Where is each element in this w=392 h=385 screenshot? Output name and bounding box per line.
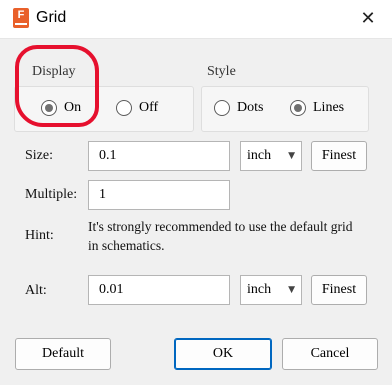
style-dots-label: Dots: [237, 100, 264, 115]
alt-unit-select[interactable]: inch ▼: [240, 275, 302, 305]
style-lines-radio[interactable]: Lines: [290, 100, 344, 116]
alt-finest-button[interactable]: Finest: [311, 275, 367, 305]
display-on-label: On: [64, 100, 82, 115]
display-off-label: Off: [139, 100, 159, 115]
app-icon: F: [13, 8, 29, 28]
display-off-radio[interactable]: Off: [116, 100, 158, 116]
multiple-input[interactable]: 1: [88, 180, 230, 210]
multiple-label: Multiple:: [25, 187, 78, 202]
size-unit-value: inch: [247, 148, 272, 163]
radio-checked-icon: [41, 100, 57, 116]
close-icon[interactable]: ✕: [351, 4, 385, 34]
alt-input[interactable]: 0.01: [88, 275, 230, 305]
radio-unchecked-icon: [116, 100, 132, 116]
hint-label: Hint:: [25, 228, 54, 243]
size-finest-button[interactable]: Finest: [311, 141, 367, 171]
chevron-down-icon: ▼: [288, 151, 295, 161]
hint-text-line1: It's strongly recommended to use the def…: [88, 219, 353, 234]
alt-unit-value: inch: [247, 282, 272, 297]
alt-label: Alt:: [25, 283, 47, 298]
display-on-radio[interactable]: On: [41, 100, 81, 116]
window-title: Grid: [36, 9, 67, 26]
chevron-down-icon: ▼: [288, 285, 295, 295]
size-unit-select[interactable]: inch ▼: [240, 141, 302, 171]
title-bar: F Grid ✕: [0, 0, 392, 39]
hint-text-line2: in schematics.: [88, 238, 165, 253]
default-button[interactable]: Default: [15, 338, 111, 370]
ok-button[interactable]: OK: [174, 338, 272, 370]
size-input[interactable]: 0.1: [88, 141, 230, 171]
display-label: Display: [32, 64, 76, 79]
app-icon-letter: F: [17, 9, 25, 21]
radio-checked-icon: [290, 100, 306, 116]
style-label: Style: [207, 64, 236, 79]
cancel-button[interactable]: Cancel: [282, 338, 378, 370]
style-dots-radio[interactable]: Dots: [214, 100, 263, 116]
style-lines-label: Lines: [313, 100, 345, 115]
radio-unchecked-icon: [214, 100, 230, 116]
size-label: Size:: [25, 148, 53, 163]
